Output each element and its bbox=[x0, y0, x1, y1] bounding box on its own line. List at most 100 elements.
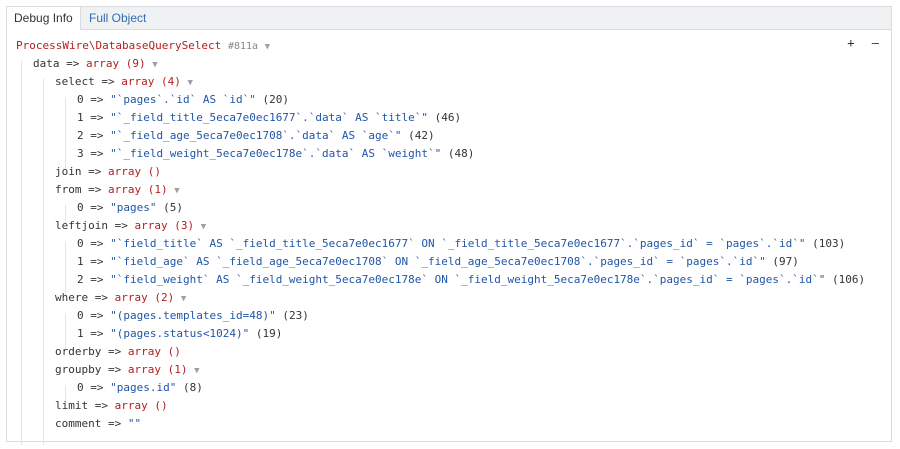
arrow-operator: => bbox=[90, 93, 104, 106]
dump-key: where bbox=[55, 291, 89, 304]
arrow-operator: => bbox=[90, 237, 104, 250]
collapse-all-button[interactable]: – bbox=[872, 36, 879, 50]
arrow-operator: => bbox=[101, 75, 115, 88]
dump-key: 1 bbox=[77, 327, 84, 340]
string-length: (42) bbox=[408, 129, 435, 142]
dump-row-item: 1 => "(pages.status<1024)" (19) bbox=[77, 325, 282, 343]
array-type: array (1) bbox=[127, 363, 188, 376]
string-value: "" bbox=[127, 417, 142, 430]
string-length: (97) bbox=[772, 255, 799, 268]
collapse-toggle-icon[interactable]: ▼ bbox=[174, 186, 179, 196]
dump-row-limit: limit => array () bbox=[55, 397, 168, 415]
dump-key: 3 bbox=[77, 147, 84, 160]
arrow-operator: => bbox=[90, 309, 104, 322]
string-value: "(pages.status<1024)" bbox=[110, 327, 250, 340]
dump-row-join: join => array () bbox=[55, 163, 161, 181]
dump-key: orderby bbox=[55, 345, 102, 358]
string-value: "pages.id" bbox=[110, 381, 177, 394]
expand-all-button[interactable]: + bbox=[847, 36, 854, 50]
array-type: array () bbox=[108, 165, 161, 178]
arrow-operator: => bbox=[90, 273, 104, 286]
dump-row-from: from => array (1) ▼ bbox=[55, 181, 180, 199]
dump-row-item: 1 => "`_field_title_5eca7e0ec1677`.`data… bbox=[77, 109, 461, 127]
string-value: "pages" bbox=[110, 201, 157, 214]
indent-guide bbox=[65, 97, 66, 169]
dump-key: 2 bbox=[77, 273, 84, 286]
tab-bar: Debug Info Full Object bbox=[7, 7, 891, 30]
dump-key: groupby bbox=[55, 363, 102, 376]
string-value: "`pages`.`id` AS `id`" bbox=[110, 93, 256, 106]
array-type: array (1) bbox=[108, 183, 168, 196]
dump-row-item: 0 => "pages" (5) bbox=[77, 199, 183, 217]
array-type: array (9) bbox=[86, 57, 146, 70]
arrow-operator: => bbox=[66, 57, 80, 70]
dump-row-item: 0 => "(pages.templates_id=48)" (23) bbox=[77, 307, 309, 325]
arrow-operator: => bbox=[90, 129, 104, 142]
dump-row-item: 2 => "`_field_age_5eca7e0ec1708`.`data` … bbox=[77, 127, 435, 145]
string-length: (48) bbox=[447, 147, 475, 160]
array-type: array (4) bbox=[121, 75, 181, 88]
string-length: (8) bbox=[182, 381, 203, 394]
arrow-operator: => bbox=[94, 291, 108, 304]
collapse-toggle-icon[interactable]: ▼ bbox=[265, 42, 270, 52]
dump-key: 0 bbox=[77, 381, 84, 394]
array-type: array () bbox=[127, 345, 181, 358]
collapse-toggle-icon[interactable]: ▼ bbox=[194, 366, 199, 376]
collapse-toggle-icon[interactable]: ▼ bbox=[181, 294, 186, 304]
string-value: "`_field_weight_5eca7e0ec178e`.`data` AS… bbox=[110, 147, 442, 160]
arrow-operator: => bbox=[90, 111, 104, 124]
dump-key: from bbox=[55, 183, 82, 196]
arrow-operator: => bbox=[88, 165, 102, 178]
collapse-toggle-icon[interactable]: ▼ bbox=[187, 78, 192, 88]
arrow-operator: => bbox=[90, 147, 104, 160]
dump-row-comment: comment => "" bbox=[55, 415, 141, 433]
dump-key: select bbox=[55, 75, 95, 88]
array-type: array () bbox=[114, 399, 168, 412]
dump-key: limit bbox=[55, 399, 89, 412]
arrow-operator: => bbox=[107, 417, 122, 430]
collapse-toggle-icon[interactable]: ▼ bbox=[152, 60, 157, 70]
arrow-operator: => bbox=[90, 201, 104, 214]
dump-row-groupby: groupby => array (1) ▼ bbox=[55, 361, 200, 379]
array-type: array (2) bbox=[114, 291, 175, 304]
string-value: "`field_weight` AS `_field_weight_5eca7e… bbox=[110, 273, 826, 286]
arrow-operator: => bbox=[114, 219, 128, 232]
dump-row-item: 1 => "`field_age` AS `_field_age_5eca7e0… bbox=[77, 253, 799, 271]
dump-key: 2 bbox=[77, 129, 84, 142]
string-value: "`field_age` AS `_field_age_5eca7e0ec170… bbox=[110, 255, 766, 268]
array-type: array (3) bbox=[134, 219, 195, 232]
dump-row-item: 2 => "`field_weight` AS `_field_weight_5… bbox=[77, 271, 865, 289]
dump-key: 1 bbox=[77, 255, 84, 268]
arrow-operator: => bbox=[90, 327, 104, 340]
string-value: "(pages.templates_id=48)" bbox=[110, 309, 276, 322]
dump-key: 0 bbox=[77, 201, 84, 214]
string-value: "`_field_age_5eca7e0ec1708`.`data` AS `a… bbox=[110, 129, 402, 142]
dump-key: comment bbox=[55, 417, 102, 430]
tab-full-object[interactable]: Full Object bbox=[82, 7, 153, 29]
tab-debug-info[interactable]: Debug Info bbox=[7, 7, 81, 30]
dump-row-item: 0 => "`field_title` AS `_field_title_5ec… bbox=[77, 235, 845, 253]
string-length: (103) bbox=[812, 237, 846, 250]
dump-key: 0 bbox=[77, 309, 84, 322]
arrow-operator: => bbox=[94, 399, 108, 412]
string-value: "`field_title` AS `_field_title_5eca7e0e… bbox=[110, 237, 806, 250]
dump-key: leftjoin bbox=[55, 219, 108, 232]
class-name: ProcessWire\DatabaseQuerySelect bbox=[16, 39, 222, 52]
arrow-operator: => bbox=[88, 183, 102, 196]
dump-row-item: 0 => "pages.id" (8) bbox=[77, 379, 203, 397]
dump-row-data: data => array (9) ▼ bbox=[33, 55, 158, 73]
dump-row-select: select => array (4) ▼ bbox=[55, 73, 193, 91]
string-value: "`_field_title_5eca7e0ec1677`.`data` AS … bbox=[110, 111, 429, 124]
dump-tools: + – bbox=[837, 36, 879, 50]
dump-key: 1 bbox=[77, 111, 84, 124]
string-length: (23) bbox=[282, 309, 309, 322]
dump-key: 0 bbox=[77, 93, 84, 106]
collapse-toggle-icon[interactable]: ▼ bbox=[201, 222, 206, 232]
string-length: (19) bbox=[255, 327, 283, 340]
arrow-operator: => bbox=[90, 381, 104, 394]
indent-guide bbox=[43, 79, 44, 445]
arrow-operator: => bbox=[107, 363, 122, 376]
object-id: #811a bbox=[227, 41, 259, 52]
indent-guide bbox=[21, 61, 22, 445]
dump-row-orderby: orderby => array () bbox=[55, 343, 181, 361]
